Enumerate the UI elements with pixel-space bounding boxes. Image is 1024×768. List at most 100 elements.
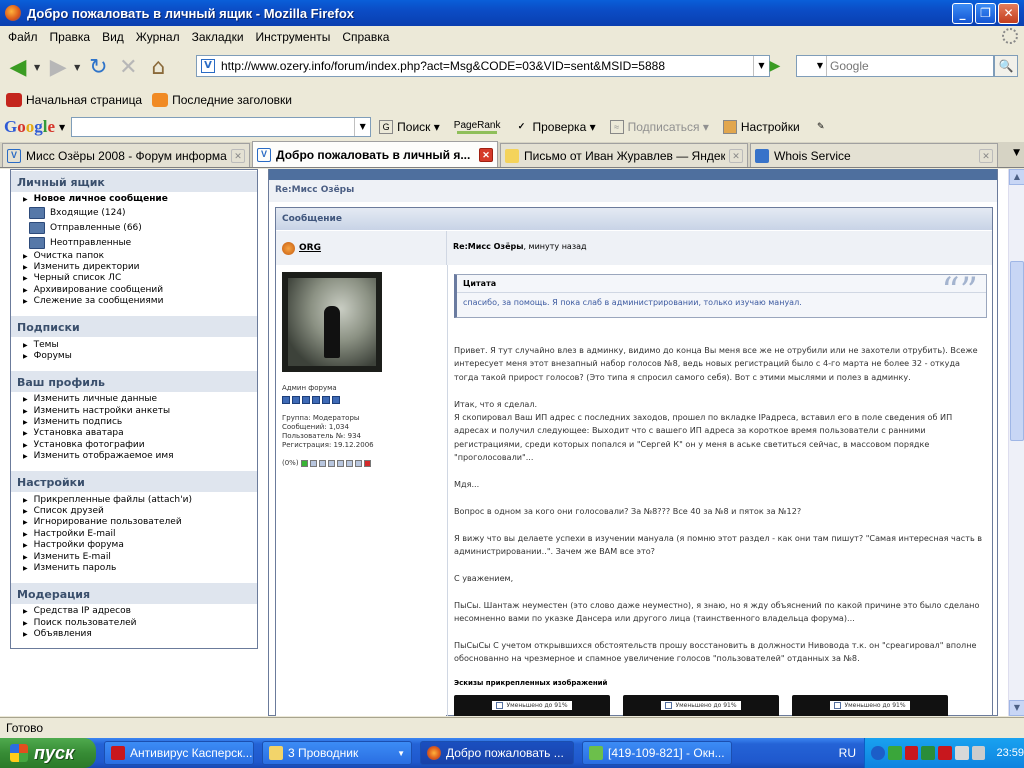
author-avatar[interactable] [282,272,382,372]
back-history-dropdown[interactable]: ▼ [34,63,40,72]
sidebar-link[interactable]: ▶ Поиск пользователей [23,618,257,629]
menu-file[interactable]: Файл [2,30,44,44]
sidebar-link[interactable]: ▶ Настройки форума [23,540,257,551]
sidebar-link[interactable]: ▶ Настройки E-mail [23,529,257,540]
folder-inbox[interactable]: Входящие (124) [23,205,257,220]
task-chat-window[interactable]: [419-109-821] - Окн... [582,741,732,765]
sidebar-link[interactable]: ▶ Список друзей [23,506,257,517]
task-kaspersky[interactable]: Антивирус Касперск... [104,741,254,765]
address-bar[interactable]: V http://www.ozery.info/forum/index.php?… [196,55,770,77]
sidebar-link[interactable]: ▶ Прикрепленные файлы (attach'и) [23,494,257,505]
minimize-button[interactable]: _ [952,2,973,24]
bookmark-home[interactable]: Начальная страница [6,93,142,107]
tab-miss-ozery[interactable]: V Мисс Озёры 2008 - Форум информац... ✕ [2,143,250,167]
menu-tools[interactable]: Инструменты [250,30,337,44]
language-indicator[interactable]: RU [839,746,856,760]
sidebar-link[interactable]: ▶ Темы [23,339,257,350]
task-explorer[interactable]: 3 Проводник ▼ [262,741,412,765]
quote-header: Цитата [457,275,986,293]
google-search-input[interactable]: ▼ [71,117,372,137]
folder-unsent[interactable]: Неотправленные [23,235,257,250]
google-search-button[interactable]: G Поиск ▾ [379,120,440,134]
sidebar-link[interactable]: ▶ Изменить пароль [23,563,257,574]
sidebar-link[interactable]: ▶ Установка фотографии [23,440,257,451]
sidebar-link[interactable]: ▶ Черный список ЛС [23,273,257,284]
sidebar-link[interactable]: ▶ Объявления [23,629,257,640]
forward-history-dropdown[interactable]: ▼ [74,63,80,72]
sidebar-link[interactable]: ▶ Изменить подпись [23,417,257,428]
search-input[interactable] [827,59,987,73]
sidebar-link[interactable]: ▶ Очистка папок [23,250,257,261]
close-tab-icon[interactable]: ✕ [231,148,245,163]
google-logo[interactable]: Google [4,117,55,137]
menu-view[interactable]: Вид [96,30,130,44]
reload-button[interactable]: ↻ [84,53,112,81]
search-engine-dropdown[interactable]: ▼ [797,56,827,76]
sidebar-link[interactable]: ▶ Форумы [23,351,257,362]
author-name-link[interactable]: ORG [299,243,321,253]
sidebar-link[interactable]: ▶ Изменить E-mail [23,551,257,562]
rep-minus-icon[interactable] [363,460,371,467]
tray-app-icon[interactable] [904,746,919,760]
folder-sent[interactable]: Отправленные (66) [23,220,257,235]
menu-edit[interactable]: Правка [44,30,97,44]
close-tab-icon[interactable]: ✕ [979,148,993,163]
tab-yandex-mail[interactable]: Письмо от Иван Журавлев — Яндек... ✕ [500,143,748,167]
new-message-link[interactable]: ▶ Новое личное сообщение [23,194,257,205]
sidebar-link[interactable]: ▶ Игнорирование пользователей [23,517,257,528]
author-registered: Регистрация: 19.12.2006 [282,441,374,449]
sidebar-link[interactable]: ▶ Изменить директории [23,262,257,273]
google-settings-button[interactable]: Настройки [722,120,800,134]
sidebar-link[interactable]: ▶ Слежение за сообщениями [23,296,257,307]
menu-help[interactable]: Справка [336,30,395,44]
sidebar-link[interactable]: ▶ Изменить личные данные [23,394,257,405]
tab-whois[interactable]: Whois Service ✕ [750,143,998,167]
tray-app-icon[interactable] [887,746,902,760]
scroll-up-arrow[interactable]: ▲ [1009,169,1024,185]
go-button[interactable]: ▶ [766,57,784,75]
spellcheck-button[interactable]: ✓ Проверка ▾ [515,120,596,134]
volume-icon[interactable] [971,746,986,760]
google-history-dropdown[interactable]: ▼ [354,118,370,136]
sidebar-link[interactable]: ▶ Установка аватара [23,428,257,439]
forward-button[interactable]: ▶ [44,53,72,81]
search-go-button[interactable]: 🔍 [994,55,1018,77]
sidebar-link[interactable]: ▶ Архивирование сообщений [23,285,257,296]
sidebar-link[interactable]: ▶ Изменить отображаемое имя [23,451,257,462]
stop-button[interactable]: ✕ [114,53,142,81]
rep-plus-icon[interactable] [300,460,308,467]
back-button[interactable]: ◀ [4,53,32,81]
tray-app-icon[interactable] [921,746,936,760]
attachment-thumbnail[interactable]: Уменьшено до 91% [454,695,610,716]
clock[interactable]: 23:59 [996,747,1024,759]
scroll-down-arrow[interactable]: ▼ [1009,700,1024,716]
start-button[interactable]: пуск [0,738,96,768]
menu-bookmarks[interactable]: Закладки [186,30,250,44]
scroll-thumb[interactable] [1010,261,1024,441]
attachment-thumbnail[interactable]: Уменьшено до 91% [623,695,779,716]
close-tab-icon[interactable]: ✕ [729,148,743,163]
google-menu-dropdown[interactable]: ▼ [59,123,65,132]
close-tab-icon[interactable]: ✕ [479,147,493,162]
vertical-scrollbar[interactable]: ▲ ▼ [1008,169,1024,716]
pagerank-indicator[interactable]: PageRank [454,120,501,134]
sidebar-link[interactable]: ▶ Средства IP адресов [23,606,257,617]
close-window-button[interactable]: ✕ [998,2,1019,24]
network-icon[interactable] [954,746,969,760]
reputation-value[interactable]: (0%) [282,459,299,468]
attachment-thumbnail[interactable]: Уменьшено до 91% [792,695,948,716]
task-firefox[interactable]: Добро пожаловать ... [420,741,574,765]
tray-expand-icon[interactable] [871,746,885,760]
maximize-button[interactable]: ❐ [975,2,996,24]
bookmark-rss[interactable]: Последние заголовки [152,93,292,107]
subscribe-button[interactable]: ≈ Подписаться ▾ [609,120,709,134]
menu-history[interactable]: Журнал [130,30,186,44]
sidebar-link[interactable]: ▶ Изменить настройки анкеты [23,406,257,417]
url-text[interactable]: http://www.ozery.info/forum/index.php?ac… [221,59,753,73]
home-button[interactable]: ⌂ [144,53,172,81]
highlight-button[interactable]: ✎ [814,120,832,134]
search-bar[interactable]: ▼ [796,55,994,77]
tab-list-dropdown[interactable]: ▼ [1013,148,1020,158]
kaspersky-tray-icon[interactable] [938,746,952,760]
tab-personal-box[interactable]: V Добро пожаловать в личный я... ✕ [252,141,498,167]
